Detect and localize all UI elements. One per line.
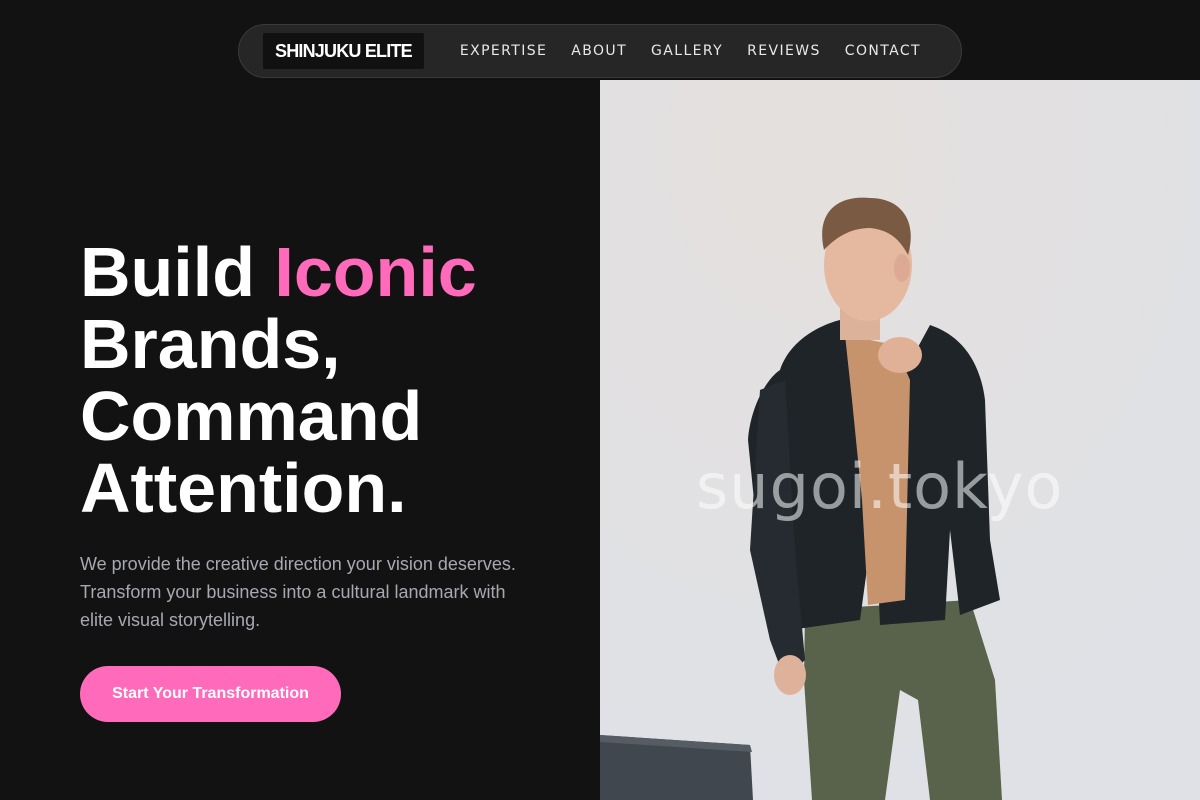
image-watermark: sugoi.tokyo xyxy=(696,450,1064,523)
start-transformation-button[interactable]: Start Your Transformation xyxy=(80,666,341,722)
brand-logo[interactable]: SHINJUKU ELITE xyxy=(263,33,424,69)
nav-link-reviews[interactable]: REVIEWS xyxy=(747,43,821,59)
nav-link-expertise[interactable]: EXPERTISE xyxy=(460,43,547,59)
top-navigation: SHINJUKU ELITE EXPERTISE ABOUT GALLERY R… xyxy=(238,24,962,78)
model-photo xyxy=(600,80,1200,800)
hero-title-line-3: Command xyxy=(80,377,423,455)
hero-title-accent: Iconic xyxy=(274,233,477,311)
hero-title-part1: Build xyxy=(80,233,275,311)
hero-title-line-1: Build Iconic xyxy=(80,236,580,308)
nav-link-about[interactable]: ABOUT xyxy=(571,43,627,59)
hero-title-line-4: Attention. xyxy=(80,449,407,527)
nav-link-gallery[interactable]: GALLERY xyxy=(651,43,723,59)
hero-subtitle: We provide the creative direction your v… xyxy=(80,554,516,630)
nav-link-contact[interactable]: CONTACT xyxy=(845,43,921,59)
hero-title-line-2: Brands, xyxy=(80,305,341,383)
hero-title: Build Iconic Brands, Command Attention. xyxy=(80,236,580,524)
nav-links: EXPERTISE ABOUT GALLERY REVIEWS CONTACT xyxy=(460,43,921,59)
hero-image: sugoi.tokyo xyxy=(600,80,1200,800)
